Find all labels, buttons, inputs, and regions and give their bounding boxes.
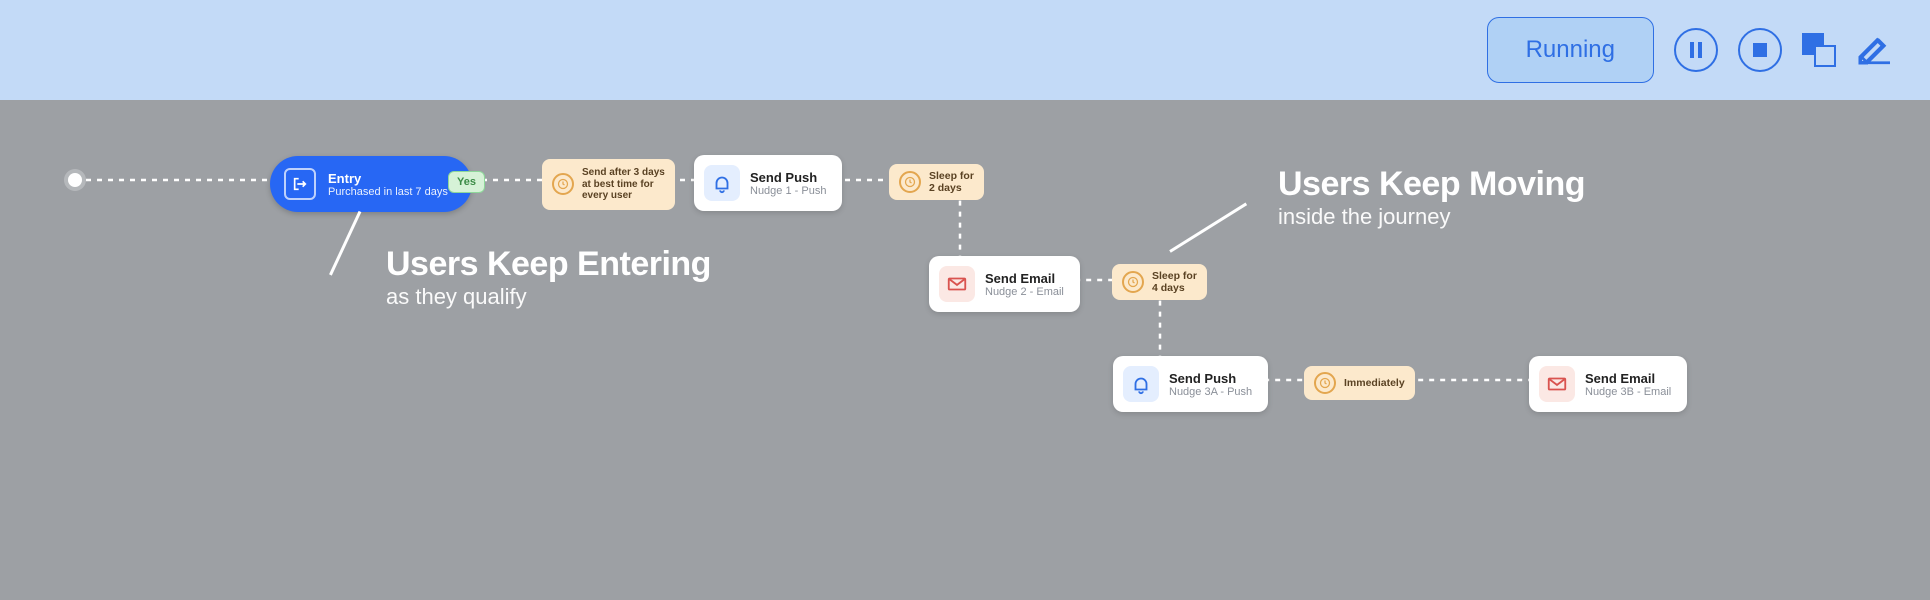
annotation-left: Users Keep Entering as they qualify (386, 245, 711, 310)
journey-canvas[interactable]: Entry Purchased in last 7 days Yes Send … (0, 100, 1930, 600)
anno-line-left (329, 211, 361, 276)
entry-title: Entry (328, 171, 448, 186)
immediately-text: Immediately (1344, 377, 1405, 389)
bell-icon (704, 165, 740, 201)
clock-icon (1314, 372, 1336, 394)
immediately-node[interactable]: Immediately (1304, 366, 1415, 400)
clock-icon (899, 171, 921, 193)
entry-node[interactable]: Entry Purchased in last 7 days (270, 156, 472, 212)
anno-left-title: Users Keep Entering (386, 245, 711, 284)
push2-title: Send Push (1169, 371, 1252, 386)
status-pill: Running (1487, 17, 1654, 83)
yes-chip: Yes (448, 171, 485, 193)
journey-header: Running (0, 0, 1930, 100)
email2-title: Send Email (1585, 371, 1671, 386)
envelope-icon (939, 266, 975, 302)
duplicate-button[interactable] (1802, 33, 1836, 67)
stop-icon (1753, 43, 1767, 57)
push1-title: Send Push (750, 170, 826, 185)
stop-button[interactable] (1738, 28, 1782, 72)
anno-right-sub: inside the journey (1278, 204, 1585, 230)
envelope-icon (1539, 366, 1575, 402)
push2-subtitle: Nudge 3A - Push (1169, 386, 1252, 398)
anno-right-title: Users Keep Moving (1278, 165, 1585, 204)
copy-front-icon (1814, 45, 1836, 67)
pencil-icon (1856, 33, 1890, 67)
sleep1-text: Sleep for 2 days (929, 170, 974, 194)
anno-left-sub: as they qualify (386, 284, 711, 310)
entry-icon (284, 168, 316, 200)
email-node-1[interactable]: Send Email Nudge 2 - Email (929, 256, 1080, 312)
sleep-node-2[interactable]: Sleep for 4 days (1112, 264, 1207, 300)
push-node-2[interactable]: Send Push Nudge 3A - Push (1113, 356, 1268, 412)
pause-icon (1690, 42, 1702, 58)
wait-node-1[interactable]: Send after 3 days at best time for every… (542, 159, 675, 210)
clock-icon (1122, 271, 1144, 293)
sleep2-text: Sleep for 4 days (1152, 270, 1197, 294)
clock-icon (552, 173, 574, 195)
sleep-node-1[interactable]: Sleep for 2 days (889, 164, 984, 200)
start-dot (68, 173, 82, 187)
pause-button[interactable] (1674, 28, 1718, 72)
edit-button[interactable] (1856, 33, 1890, 67)
email2-subtitle: Nudge 3B - Email (1585, 386, 1671, 398)
anno-line-right (1169, 203, 1247, 253)
annotation-right: Users Keep Moving inside the journey (1278, 165, 1585, 230)
wait1-text: Send after 3 days at best time for every… (582, 167, 665, 202)
push1-subtitle: Nudge 1 - Push (750, 185, 826, 197)
email1-subtitle: Nudge 2 - Email (985, 286, 1064, 298)
push-node-1[interactable]: Send Push Nudge 1 - Push (694, 155, 842, 211)
email1-title: Send Email (985, 271, 1064, 286)
email-node-2[interactable]: Send Email Nudge 3B - Email (1529, 356, 1687, 412)
bell-icon (1123, 366, 1159, 402)
entry-subtitle: Purchased in last 7 days (328, 186, 448, 198)
